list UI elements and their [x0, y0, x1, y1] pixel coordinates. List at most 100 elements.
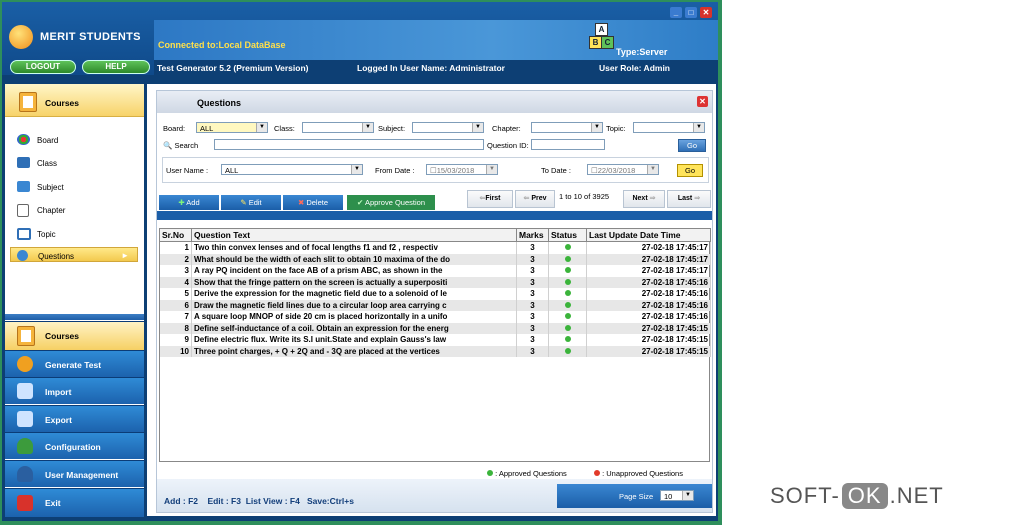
- table-row[interactable]: 9 Define electric flux. Write its S.I uni…: [159, 334, 711, 346]
- prev-page-button[interactable]: ⇐ Prev: [515, 190, 555, 208]
- edit-button[interactable]: ✎ Edit: [221, 195, 281, 210]
- questions-icon: [17, 250, 28, 261]
- col-sr-no[interactable]: Sr.No: [159, 228, 192, 242]
- app-window: MERIT STUDENTS LOGOUT HELP Connected to:…: [0, 0, 722, 525]
- to-date-picker[interactable]: ☐22/03/2018 ▼: [587, 164, 659, 175]
- cell-marks: 3: [516, 345, 549, 357]
- sidebar-item-label: Board: [37, 136, 59, 145]
- questions-panel: Questions ✕ Board: ALL ▼ Class: ▼ Subject…: [156, 90, 713, 513]
- subject-label: Subject:: [378, 124, 406, 133]
- cell-sr-no: 5: [159, 288, 192, 300]
- nav-import[interactable]: Import: [5, 377, 144, 404]
- page-size-label: Page Size: [619, 492, 654, 501]
- checkbox-icon[interactable]: ☐: [430, 166, 437, 175]
- cell-question-text: Three point charges, + Q + 2Q and - 3Q a…: [191, 345, 517, 357]
- table-row[interactable]: 2 What should be the width of each slit t…: [159, 253, 711, 265]
- help-button[interactable]: HELP: [82, 60, 150, 74]
- user-management-icon: [17, 466, 33, 482]
- generate-test-icon: [17, 356, 33, 372]
- search-input[interactable]: [214, 139, 484, 150]
- delete-button[interactable]: ✖ Delete: [283, 195, 343, 210]
- table-row[interactable]: 6 Draw the magnetic field lines due to a …: [159, 299, 711, 311]
- table-row[interactable]: 4 Show that the fringe pattern on the scr…: [159, 276, 711, 288]
- sidebar-item-subject[interactable]: Subject: [5, 177, 144, 197]
- minimize-icon[interactable]: _: [670, 7, 682, 18]
- checkbox-icon[interactable]: ☐: [591, 166, 598, 175]
- table-row[interactable]: 1 Two thin convex lenses and of focal len…: [159, 241, 711, 254]
- sidebar-item-questions[interactable]: Questions ►: [10, 247, 138, 262]
- close-icon[interactable]: ✕: [697, 96, 708, 107]
- dropdown-arrow-icon: ▼: [472, 123, 483, 132]
- table-row[interactable]: 7A square loop MNOP of side 20 cm is pla…: [159, 311, 711, 323]
- connection-status: Connected to:Local DataBase: [158, 40, 286, 50]
- dropdown-arrow-icon: ▼: [351, 165, 362, 174]
- approved-status-icon: [564, 267, 571, 274]
- dropdown-arrow-icon: ▼: [682, 491, 693, 500]
- sidebar-title: Courses: [45, 98, 80, 108]
- cell-last-update: 27-02-18 17:45:16: [586, 288, 711, 300]
- approved-status-icon: [564, 244, 571, 251]
- col-last-update[interactable]: Last Update Date Time: [586, 228, 711, 242]
- cell-question-text: Draw the magnetic field lines due to a c…: [191, 299, 517, 311]
- approve-question-button[interactable]: ✔ Approve Question: [346, 194, 436, 211]
- nav-courses[interactable]: Courses: [5, 321, 144, 350]
- cell-marks: 3: [516, 311, 549, 323]
- col-question-text[interactable]: Question Text: [191, 228, 517, 242]
- subject-select[interactable]: ▼: [412, 122, 484, 133]
- table-row[interactable]: 5 Derive the expression for the magnetic …: [159, 288, 711, 300]
- sidebar-splitter[interactable]: [5, 314, 144, 320]
- nav-exit[interactable]: Exit: [5, 488, 144, 517]
- page-size-select[interactable]: 10 ▼: [660, 490, 694, 501]
- toolbar: ✚ Add ✎ Edit ✖ Delete ✔ Approve Question…: [157, 190, 712, 211]
- cell-sr-no: 2: [159, 253, 192, 265]
- go-button[interactable]: Go: [678, 139, 706, 152]
- table-row[interactable]: 8 Define self-inductance of a coil. Obtai…: [159, 322, 711, 334]
- nav-label: Configuration: [45, 442, 101, 452]
- sidebar-item-chapter[interactable]: Chapter: [5, 200, 144, 220]
- user-name-label: User Name :: [166, 166, 209, 175]
- question-id-input[interactable]: [531, 139, 605, 150]
- user-name-select[interactable]: ALL ▼: [221, 164, 363, 175]
- export-icon: [17, 411, 33, 427]
- sidebar-item-topic[interactable]: Topic: [5, 224, 144, 244]
- col-marks[interactable]: Marks: [516, 228, 549, 242]
- dropdown-arrow-icon: ▼: [647, 165, 658, 174]
- logout-button[interactable]: LOGOUT: [10, 60, 76, 74]
- user-role: User Role: Admin: [599, 63, 671, 73]
- nav-generate-test[interactable]: Generate Test: [5, 350, 144, 377]
- go-date-button[interactable]: Go: [677, 164, 703, 177]
- sidebar-item-board[interactable]: Board: [5, 130, 144, 150]
- table-row[interactable]: 10 Three point charges, + Q + 2Q and - 3Q…: [159, 345, 711, 357]
- col-status[interactable]: Status: [548, 228, 587, 242]
- first-page-button[interactable]: ⇐First: [467, 190, 513, 208]
- from-date-picker[interactable]: ☐15/03/2018 ▼: [426, 164, 498, 175]
- date-filter-box: User Name : ALL ▼ From Date : ☐15/03/2018…: [162, 157, 709, 183]
- header: MERIT STUDENTS LOGOUT HELP Connected to:…: [2, 2, 718, 75]
- topic-select[interactable]: ▼: [633, 122, 705, 133]
- add-button[interactable]: ✚ Add: [159, 195, 219, 210]
- exit-icon: [17, 495, 33, 511]
- status-bar: Test Generator 5.2 (Premium Version) Log…: [154, 60, 718, 75]
- nav-label: Exit: [45, 498, 61, 508]
- chapter-select[interactable]: ▼: [531, 122, 603, 133]
- chevron-right-icon: ►: [121, 251, 129, 260]
- nav-configuration[interactable]: Configuration: [5, 432, 144, 459]
- board-select[interactable]: ALL ▼: [196, 122, 268, 133]
- chapter-icon: [17, 204, 29, 217]
- sidebar-item-class[interactable]: Class: [5, 153, 144, 173]
- approved-status-icon: [564, 336, 571, 343]
- next-icon: ⇒: [649, 195, 656, 202]
- maximize-icon[interactable]: □: [685, 7, 697, 18]
- table-row[interactable]: 3A ray PQ incident on the face AB of a p…: [159, 265, 711, 277]
- cell-sr-no: 6: [159, 299, 192, 311]
- class-select[interactable]: ▼: [302, 122, 374, 133]
- next-page-button[interactable]: Next ⇒: [623, 190, 665, 208]
- last-page-button[interactable]: Last ⇒: [667, 190, 711, 208]
- dropdown-arrow-icon: ▼: [362, 123, 373, 132]
- main-area: Questions ✕ Board: ALL ▼ Class: ▼ Subject…: [147, 84, 716, 516]
- nav-export[interactable]: Export: [5, 405, 144, 432]
- nav-label: Export: [45, 415, 72, 425]
- nav-user-management[interactable]: User Management: [5, 460, 144, 487]
- cell-marks: 3: [516, 253, 549, 265]
- close-icon[interactable]: ✕: [700, 7, 712, 18]
